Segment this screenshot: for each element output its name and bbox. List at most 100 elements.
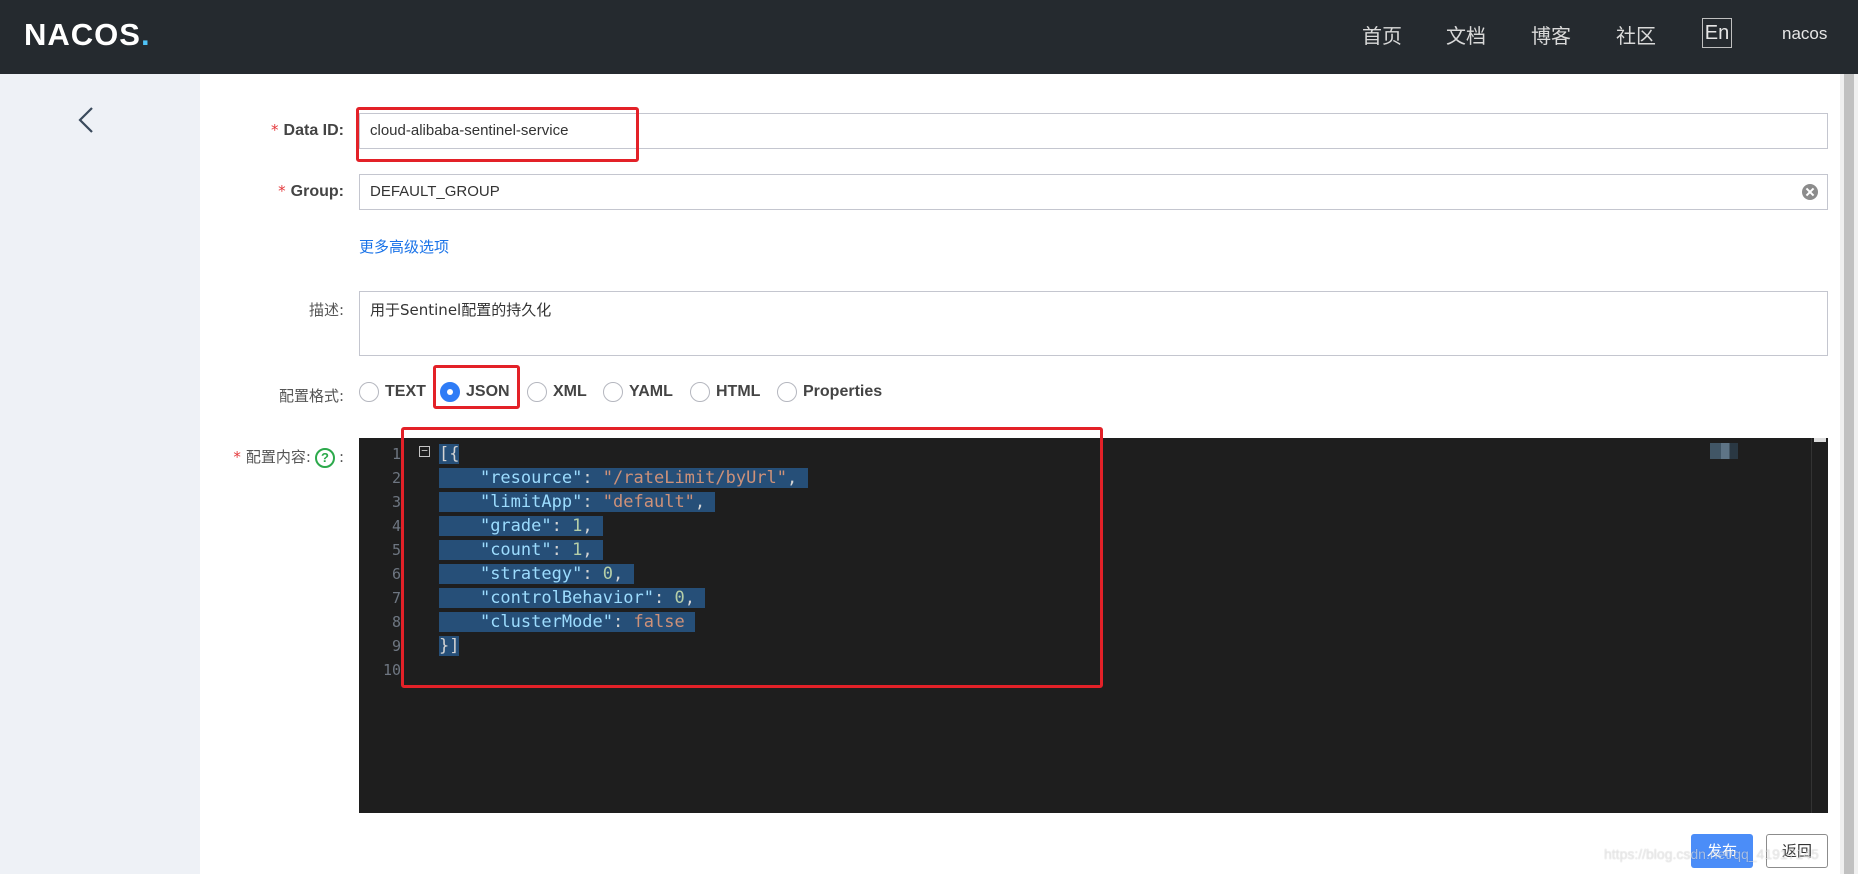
clear-icon[interactable] [1802,184,1818,200]
group-input[interactable]: DEFAULT_GROUP [359,174,1828,210]
description-textarea[interactable]: 用于Sentinel配置的持久化 [359,291,1828,356]
code-line[interactable]: }] [439,634,460,658]
nacos-logo[interactable]: NACOS. [24,15,151,55]
page-scrollbar-thumb[interactable] [1844,74,1854,874]
user-menu[interactable]: nacos [1782,24,1827,44]
code-punctuation: , [613,564,624,584]
left-sidebar [0,74,200,874]
json-key: "grade" [479,516,552,536]
json-value: false [633,612,685,632]
selected-text: "limitApp": "default", [439,492,716,512]
json-key: "limitApp" [479,492,583,512]
required-mark: * [278,182,286,200]
json-value: "default" [602,492,695,512]
radio-circle [527,382,547,402]
selected-text: }] [439,636,460,656]
selected-text: "strategy": 0, [439,564,634,584]
data-id-input[interactable]: cloud-alibaba-sentinel-service [359,113,1828,149]
line-number: 10 [382,661,401,679]
code-line[interactable]: "limitApp": "default", [439,490,716,514]
code-line[interactable]: "count": 1, [439,538,603,562]
radio-label: TEXT [385,383,426,400]
selected-text: "clusterMode": false [439,612,695,632]
radio-label: HTML [716,383,761,400]
line-number: 9 [391,637,401,655]
radio-json[interactable]: JSON [440,382,510,402]
json-key: "controlBehavior" [479,588,654,608]
code-editor[interactable]: 1 2 3 4 5 6 7 8 9 10 − [{ "resource": "/rateLimit… [359,438,1828,813]
json-value: 0 [602,564,614,584]
line-number: 4 [391,517,401,535]
json-value: 1 [572,516,583,536]
code-line[interactable]: "clusterMode": false [439,610,695,634]
group-input-value: DEFAULT_GROUP [370,183,500,200]
code-punctuation: , [582,540,593,560]
nav-docs[interactable]: 文档 [1446,20,1486,49]
json-key: "resource" [479,468,583,488]
code-line[interactable]: "strategy": 0, [439,562,634,586]
selected-text: "grade": 1, [439,516,603,536]
radio-yaml[interactable]: YAML [603,382,673,402]
json-key: "strategy" [479,564,583,584]
radio-label: YAML [629,383,673,400]
data-id-label: * Data ID: [271,121,344,139]
radio-properties[interactable]: Properties [777,382,882,402]
json-key: "clusterMode" [479,612,614,632]
page-scrollbar[interactable] [1840,74,1858,874]
code-punctuation: , [787,468,798,488]
code-line[interactable]: "resource": "/rateLimit/byUrl", [439,466,808,490]
line-number: 1 [391,445,401,463]
radio-circle [359,382,379,402]
code-line[interactable]: "grade": 1, [439,514,603,538]
line-number: 6 [391,565,401,583]
code-punctuation: , [582,516,593,536]
content-label: * 配置内容:?: [233,447,344,468]
selected-text: [{ [439,444,460,464]
radio-html[interactable]: HTML [690,382,760,402]
line-number: 3 [391,493,401,511]
editor-minimap[interactable] [1710,443,1738,459]
code-punctuation: }] [439,636,460,656]
group-label: * Group: [278,182,344,200]
editor-scrollbar-thumb[interactable] [1814,438,1826,442]
code-punctuation: , [684,588,695,608]
required-mark: * [271,121,279,139]
nav-home[interactable]: 首页 [1362,20,1402,49]
radio-label: XML [553,383,587,400]
code-line[interactable]: "controlBehavior": 0, [439,586,706,610]
radio-circle [777,382,797,402]
radio-circle [440,382,460,402]
json-value: "/rateLimit/byUrl" [602,468,788,488]
code-line[interactable]: [{ [439,442,460,466]
json-value: 0 [674,588,685,608]
json-value: 1 [572,540,583,560]
back-chevron-icon[interactable] [75,105,97,135]
radio-circle [603,382,623,402]
editor-gutter: 1 2 3 4 5 6 7 8 9 10 [359,438,415,813]
line-number: 5 [391,541,401,559]
help-circle-icon[interactable]: ? [314,447,335,468]
radio-label: JSON [466,383,510,400]
format-label: 配置格式: [278,387,344,405]
radio-text[interactable]: TEXT [359,382,426,402]
watermark-text: https://blog.csdn.net/qq_41917145 [1604,846,1819,862]
description-label: 描述: [308,301,344,319]
line-number: 7 [391,589,401,607]
code-punctuation: [{ [439,444,460,464]
line-number: 8 [391,613,401,631]
json-key: "count" [479,540,552,560]
fold-icon[interactable]: − [419,445,430,457]
radio-circle [690,382,710,402]
advanced-options-link[interactable]: 更多高级选项 [359,236,449,257]
selected-text: "controlBehavior": 0, [439,588,706,608]
selected-text: "resource": "/rateLimit/byUrl", [439,468,808,488]
radio-xml[interactable]: XML [527,382,587,402]
nav-community[interactable]: 社区 [1616,20,1656,49]
code-punctuation: , [694,492,706,512]
nav-blog[interactable]: 博客 [1531,20,1571,49]
logo-dot: . [140,17,151,52]
editor-scrollbar[interactable] [1811,438,1828,813]
language-toggle-button[interactable]: En [1702,18,1732,48]
radio-label: Properties [803,383,883,400]
top-navbar: NACOS. 首页 文档 博客 社区 En nacos [0,0,1858,74]
